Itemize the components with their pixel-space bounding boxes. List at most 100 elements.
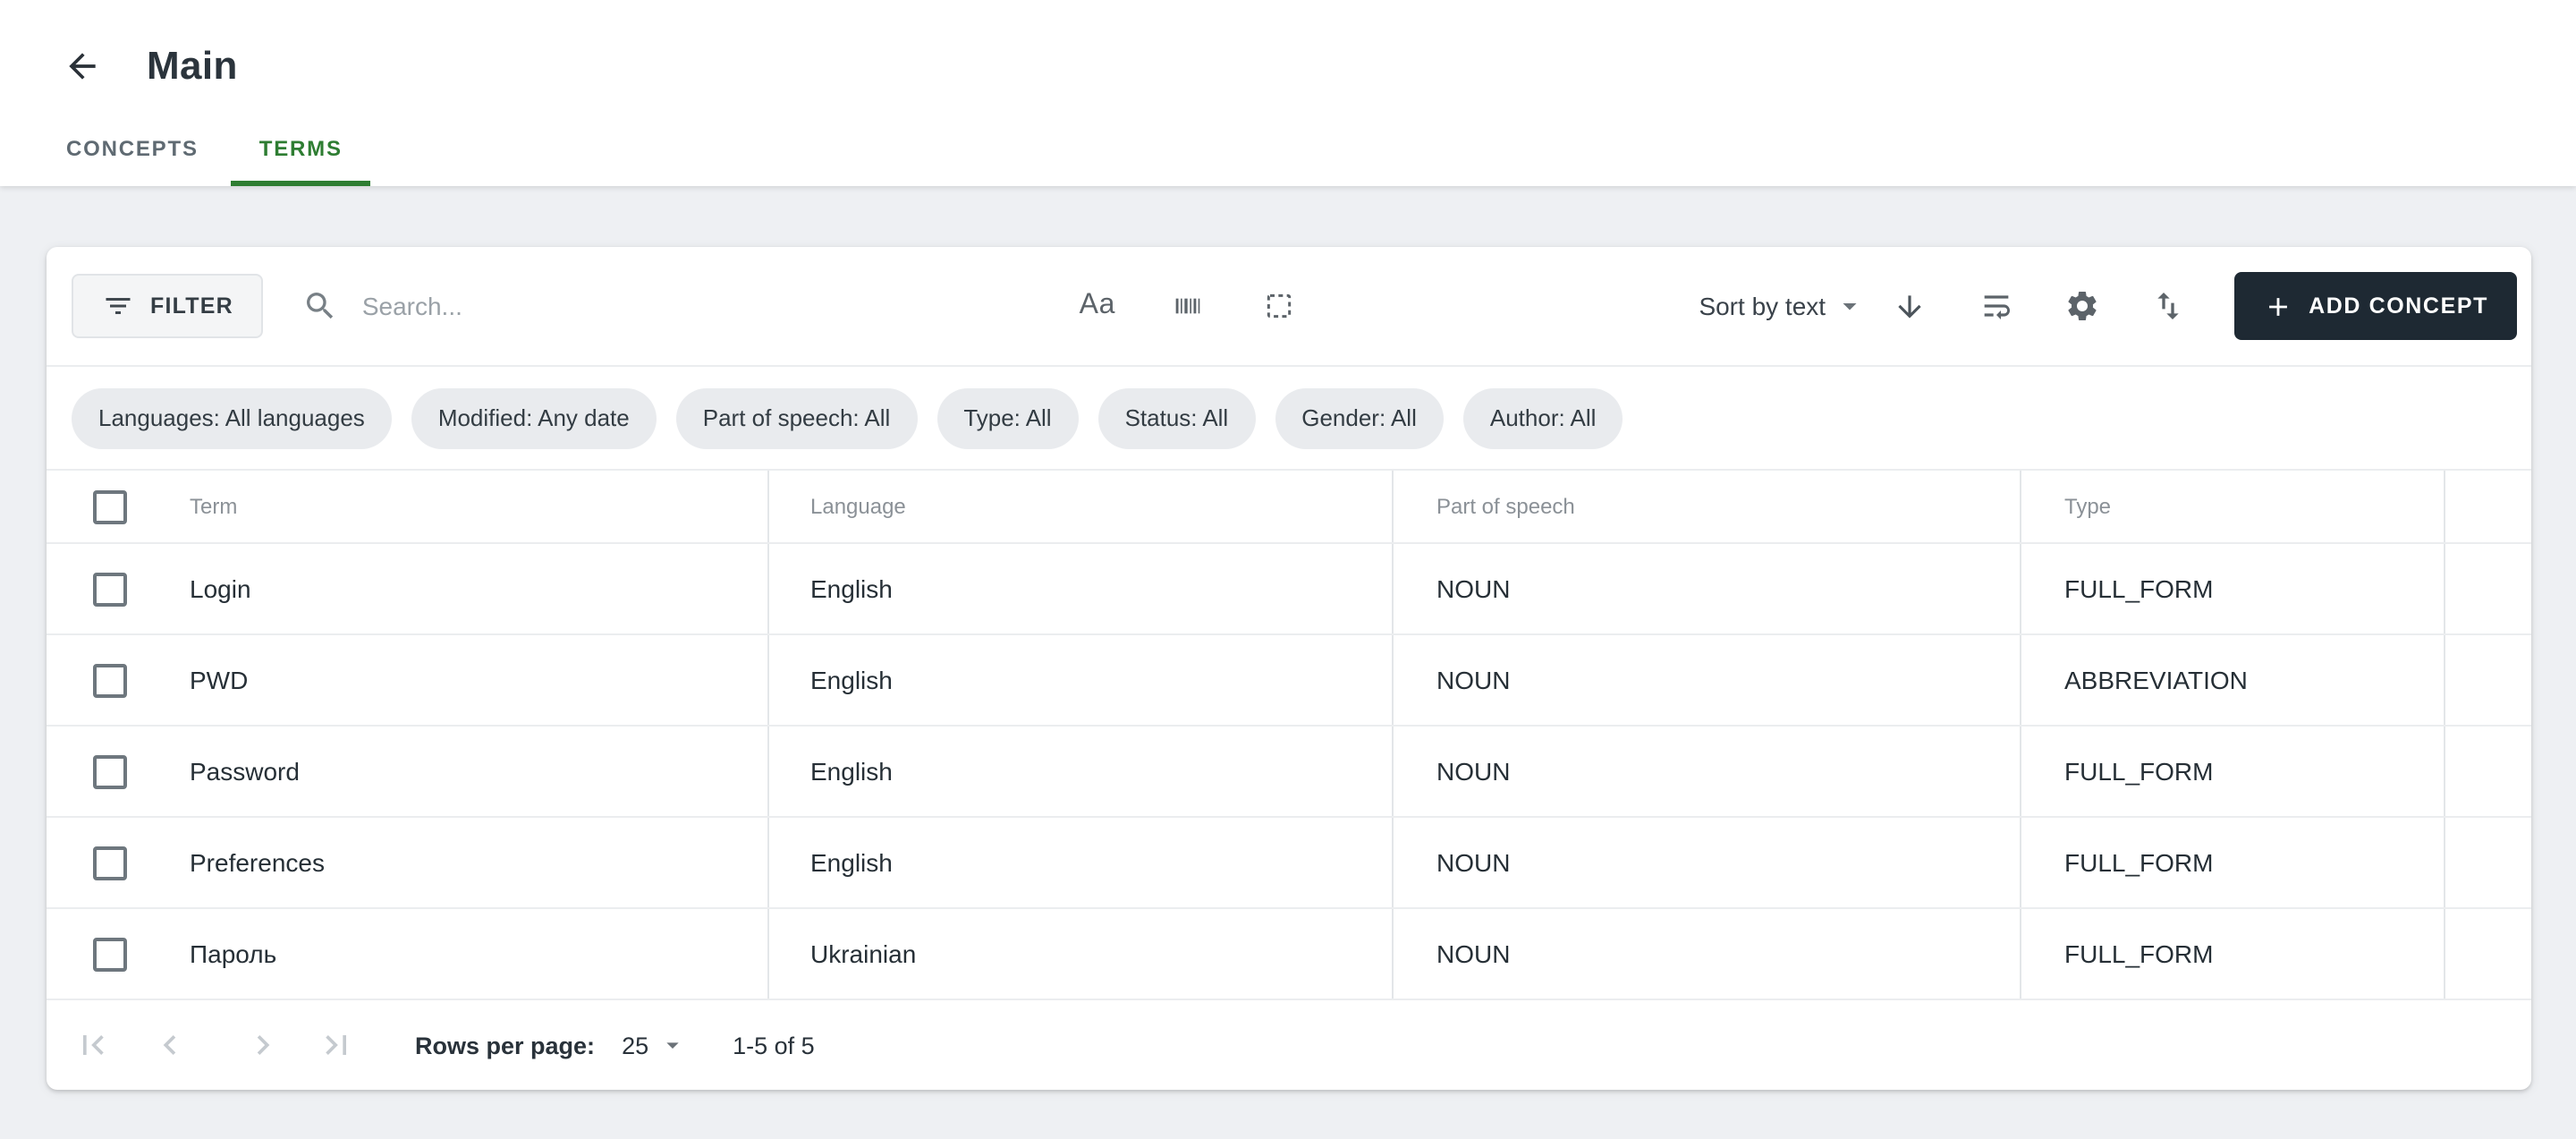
plus-icon xyxy=(2262,291,2292,321)
filter-button-label: FILTER xyxy=(150,293,233,319)
wrap-text-icon xyxy=(1978,288,2013,324)
sort-dropdown[interactable]: Sort by text xyxy=(1699,290,1865,322)
caret-down-icon xyxy=(1833,290,1865,322)
terms-table: Term Language Part of speech Type Login … xyxy=(47,471,2531,1000)
toolbar-icon-group xyxy=(1972,283,2190,329)
table-spacer-cell xyxy=(2445,909,2531,999)
rows-per-page-dropdown[interactable]: 25 xyxy=(622,1031,686,1059)
settings-button[interactable] xyxy=(2058,283,2105,329)
chip-gender[interactable]: Gender: All xyxy=(1275,387,1444,448)
language-cell: Ukrainian xyxy=(769,909,1394,999)
rows-per-page-label: Rows per page: xyxy=(415,1032,595,1058)
table-spacer-cell xyxy=(2445,471,2531,542)
gear-icon xyxy=(2063,288,2099,324)
last-page-icon xyxy=(317,1025,356,1065)
back-button[interactable] xyxy=(61,45,104,88)
barcode-icon xyxy=(1171,288,1207,324)
chip-part-of-speech[interactable]: Part of speech: All xyxy=(676,387,918,448)
row-checkbox-cell xyxy=(47,818,132,907)
chip-type[interactable]: Type: All xyxy=(936,387,1078,448)
search-box xyxy=(303,288,1063,324)
part-of-speech-cell: NOUN xyxy=(1394,727,2021,816)
column-header-type[interactable]: Type xyxy=(2021,471,2445,542)
chip-author[interactable]: Author: All xyxy=(1463,387,1623,448)
select-all-checkbox[interactable] xyxy=(93,489,127,523)
caret-down-icon xyxy=(657,1031,686,1059)
part-of-speech-cell: NOUN xyxy=(1394,818,2021,907)
table-row[interactable]: Пароль Ukrainian NOUN FULL_FORM xyxy=(47,909,2531,1000)
sort-label: Sort by text xyxy=(1699,292,1826,320)
term-cell: Password xyxy=(132,727,769,816)
swap-vertical-button[interactable] xyxy=(2144,283,2190,329)
table-row[interactable]: Login English NOUN FULL_FORM xyxy=(47,544,2531,635)
type-cell: FULL_FORM xyxy=(2021,909,2445,999)
table-spacer-cell xyxy=(2445,635,2531,725)
column-header-part-of-speech[interactable]: Part of speech xyxy=(1394,471,2021,542)
part-of-speech-cell: NOUN xyxy=(1394,909,2021,999)
table-spacer-cell xyxy=(2445,544,2531,633)
top-header: Main CONCEPTS TERMS xyxy=(0,0,2576,186)
row-checkbox[interactable] xyxy=(93,663,127,697)
column-header-language[interactable]: Language xyxy=(769,471,1394,542)
part-of-speech-cell: NOUN xyxy=(1394,635,2021,725)
match-case-button[interactable]: Aa xyxy=(1074,283,1121,329)
language-cell: English xyxy=(769,635,1394,725)
row-checkbox[interactable] xyxy=(93,572,127,606)
tab-concepts[interactable]: CONCEPTS xyxy=(38,115,227,186)
last-page-button[interactable] xyxy=(315,1024,358,1067)
add-concept-label: ADD CONCEPT xyxy=(2309,293,2488,319)
chip-modified[interactable]: Modified: Any date xyxy=(411,387,657,448)
pagination-range: 1-5 of 5 xyxy=(733,1032,815,1058)
type-cell: FULL_FORM xyxy=(2021,818,2445,907)
chip-languages[interactable]: Languages: All languages xyxy=(72,387,392,448)
term-cell: Login xyxy=(132,544,769,633)
term-cell: Пароль xyxy=(132,909,769,999)
first-page-icon xyxy=(73,1025,113,1065)
previous-page-button[interactable] xyxy=(148,1024,191,1067)
sort-direction-button[interactable] xyxy=(1886,283,1933,329)
row-checkbox[interactable] xyxy=(93,754,127,788)
table-row[interactable]: Preferences English NOUN FULL_FORM xyxy=(47,818,2531,909)
language-cell: English xyxy=(769,818,1394,907)
filter-icon xyxy=(102,290,134,322)
table-spacer-cell xyxy=(2445,818,2531,907)
chevron-left-icon xyxy=(150,1025,190,1065)
first-page-button[interactable] xyxy=(72,1024,114,1067)
tab-bar: CONCEPTS TERMS xyxy=(0,115,2576,186)
row-checkbox[interactable] xyxy=(93,937,127,971)
pagination-bar: Rows per page: 25 1-5 of 5 xyxy=(47,1000,2531,1090)
row-checkbox-cell xyxy=(47,909,132,999)
type-cell: FULL_FORM xyxy=(2021,544,2445,633)
filter-button[interactable]: FILTER xyxy=(72,274,264,338)
row-checkbox-cell xyxy=(47,544,132,633)
tab-terms[interactable]: TERMS xyxy=(231,115,371,186)
arrow-down-icon xyxy=(1893,289,1927,323)
next-page-button[interactable] xyxy=(242,1024,284,1067)
swap-vertical-icon xyxy=(2149,288,2185,324)
chip-status[interactable]: Status: All xyxy=(1098,387,1256,448)
search-icon xyxy=(303,288,339,324)
table-row[interactable]: PWD English NOUN ABBREVIATION xyxy=(47,635,2531,727)
row-checkbox[interactable] xyxy=(93,846,127,880)
rows-per-page-value: 25 xyxy=(622,1032,648,1058)
table-row[interactable]: Password English NOUN FULL_FORM xyxy=(47,727,2531,818)
term-cell: PWD xyxy=(132,635,769,725)
select-area-button[interactable] xyxy=(1257,283,1303,329)
search-input[interactable] xyxy=(359,290,1063,322)
row-checkbox-cell xyxy=(47,635,132,725)
language-cell: English xyxy=(769,727,1394,816)
match-case-label: Aa xyxy=(1080,290,1115,322)
toolbar: FILTER Aa Sort by text xyxy=(47,247,2531,367)
row-checkbox-cell xyxy=(47,727,132,816)
chevron-right-icon xyxy=(243,1025,283,1065)
add-concept-button[interactable]: ADD CONCEPT xyxy=(2233,272,2517,340)
barcode-button[interactable] xyxy=(1165,283,1212,329)
type-cell: ABBREVIATION xyxy=(2021,635,2445,725)
column-header-term[interactable]: Term xyxy=(132,471,769,542)
title-row: Main xyxy=(0,32,2576,100)
table-header-row: Term Language Part of speech Type xyxy=(47,471,2531,544)
type-cell: FULL_FORM xyxy=(2021,727,2445,816)
arrow-back-icon xyxy=(63,47,102,86)
terms-card: FILTER Aa Sort by text xyxy=(47,247,2531,1090)
wrap-text-button[interactable] xyxy=(1972,283,2019,329)
